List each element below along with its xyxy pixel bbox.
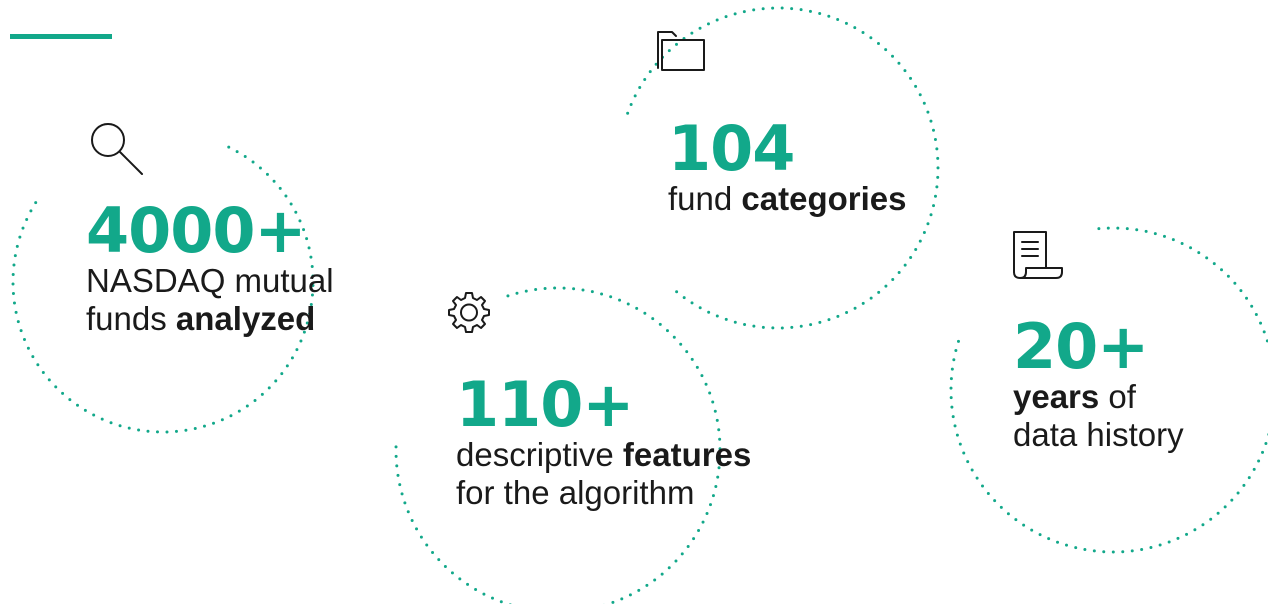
gear-icon [447, 290, 491, 334]
desc-line: descriptive features [456, 436, 752, 473]
stat-description: years of data history [1013, 378, 1184, 454]
desc-line: NASDAQ mutual [86, 262, 334, 299]
stat-number: 104 [668, 112, 795, 185]
stat-funds: 4000+ NASDAQ mutual funds analyzed [86, 200, 334, 338]
desc-line: for the algorithm [456, 474, 695, 511]
stat-number: 4000+ [86, 194, 307, 267]
document-icon [1010, 228, 1064, 280]
search-icon [86, 118, 146, 178]
stat-description: fund categories [668, 180, 907, 218]
desc-line: years of [1013, 378, 1136, 415]
heading-accent [10, 0, 112, 39]
accent-underline [10, 34, 112, 39]
desc-line: data history [1013, 416, 1184, 453]
stat-description: NASDAQ mutual funds analyzed [86, 262, 334, 338]
stat-categories: 104 fund categories [668, 118, 907, 218]
stat-history: 20+ years of data history [1013, 316, 1184, 454]
desc-line: funds analyzed [86, 300, 316, 337]
desc-line: fund categories [668, 180, 907, 217]
stat-number: 110+ [456, 368, 634, 441]
stat-features: 110+ descriptive features for the algori… [456, 374, 751, 512]
folder-icon [656, 30, 708, 72]
stat-number: 20+ [1013, 310, 1149, 383]
stat-description: descriptive features for the algorithm [456, 436, 751, 512]
